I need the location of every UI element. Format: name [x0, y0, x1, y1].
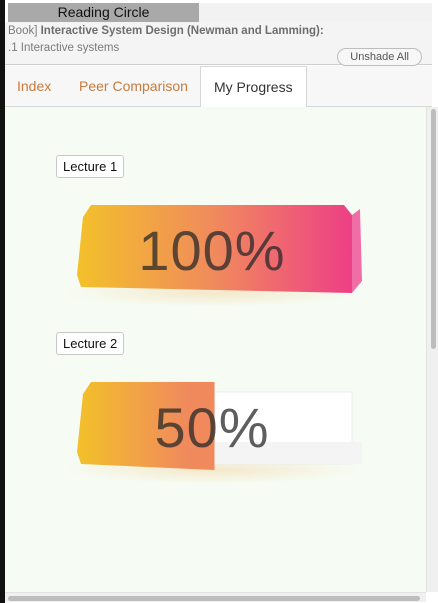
vertical-scrollbar[interactable]	[426, 107, 438, 592]
lecture-1-label: Lecture 1	[56, 155, 125, 178]
horizontal-scroll-thumb[interactable]	[8, 596, 420, 601]
title-bar-strip	[199, 3, 432, 23]
lecture-1-percent: 100%	[138, 218, 286, 282]
tab-my-progress[interactable]: My Progress	[200, 66, 307, 108]
window-title: Reading Circle	[8, 3, 199, 22]
horizontal-scrollbar[interactable]	[5, 592, 426, 602]
tab-index[interactable]: Index	[17, 66, 51, 106]
book-prefix: Book]	[8, 25, 41, 37]
document-header: Book] Interactive System Design (Newman …	[5, 22, 432, 66]
lecture-1-progress-bar: 100%	[67, 195, 367, 305]
app-window: Reading Circle Book] Interactive System …	[0, 0, 438, 603]
section-title: .1 Interactive systems	[8, 42, 120, 54]
book-title-line: Book] Interactive System Design (Newman …	[8, 25, 324, 37]
vertical-scroll-thumb[interactable]	[431, 109, 436, 349]
lecture-2-percent: 50%	[154, 395, 270, 459]
tab-peer-comparison[interactable]: Peer Comparison	[79, 66, 188, 106]
tab-bar: Index Peer Comparison My Progress	[5, 66, 432, 108]
unshade-all-button[interactable]: Unshade All	[337, 48, 422, 66]
lecture-2-progress-bar: 50%	[67, 372, 367, 482]
book-title: Interactive System Design (Newman and La…	[40, 25, 324, 37]
lecture-2-label: Lecture 2	[56, 332, 125, 355]
progress-panel: Lecture 1 100% Lecture 2 50%	[5, 107, 426, 592]
